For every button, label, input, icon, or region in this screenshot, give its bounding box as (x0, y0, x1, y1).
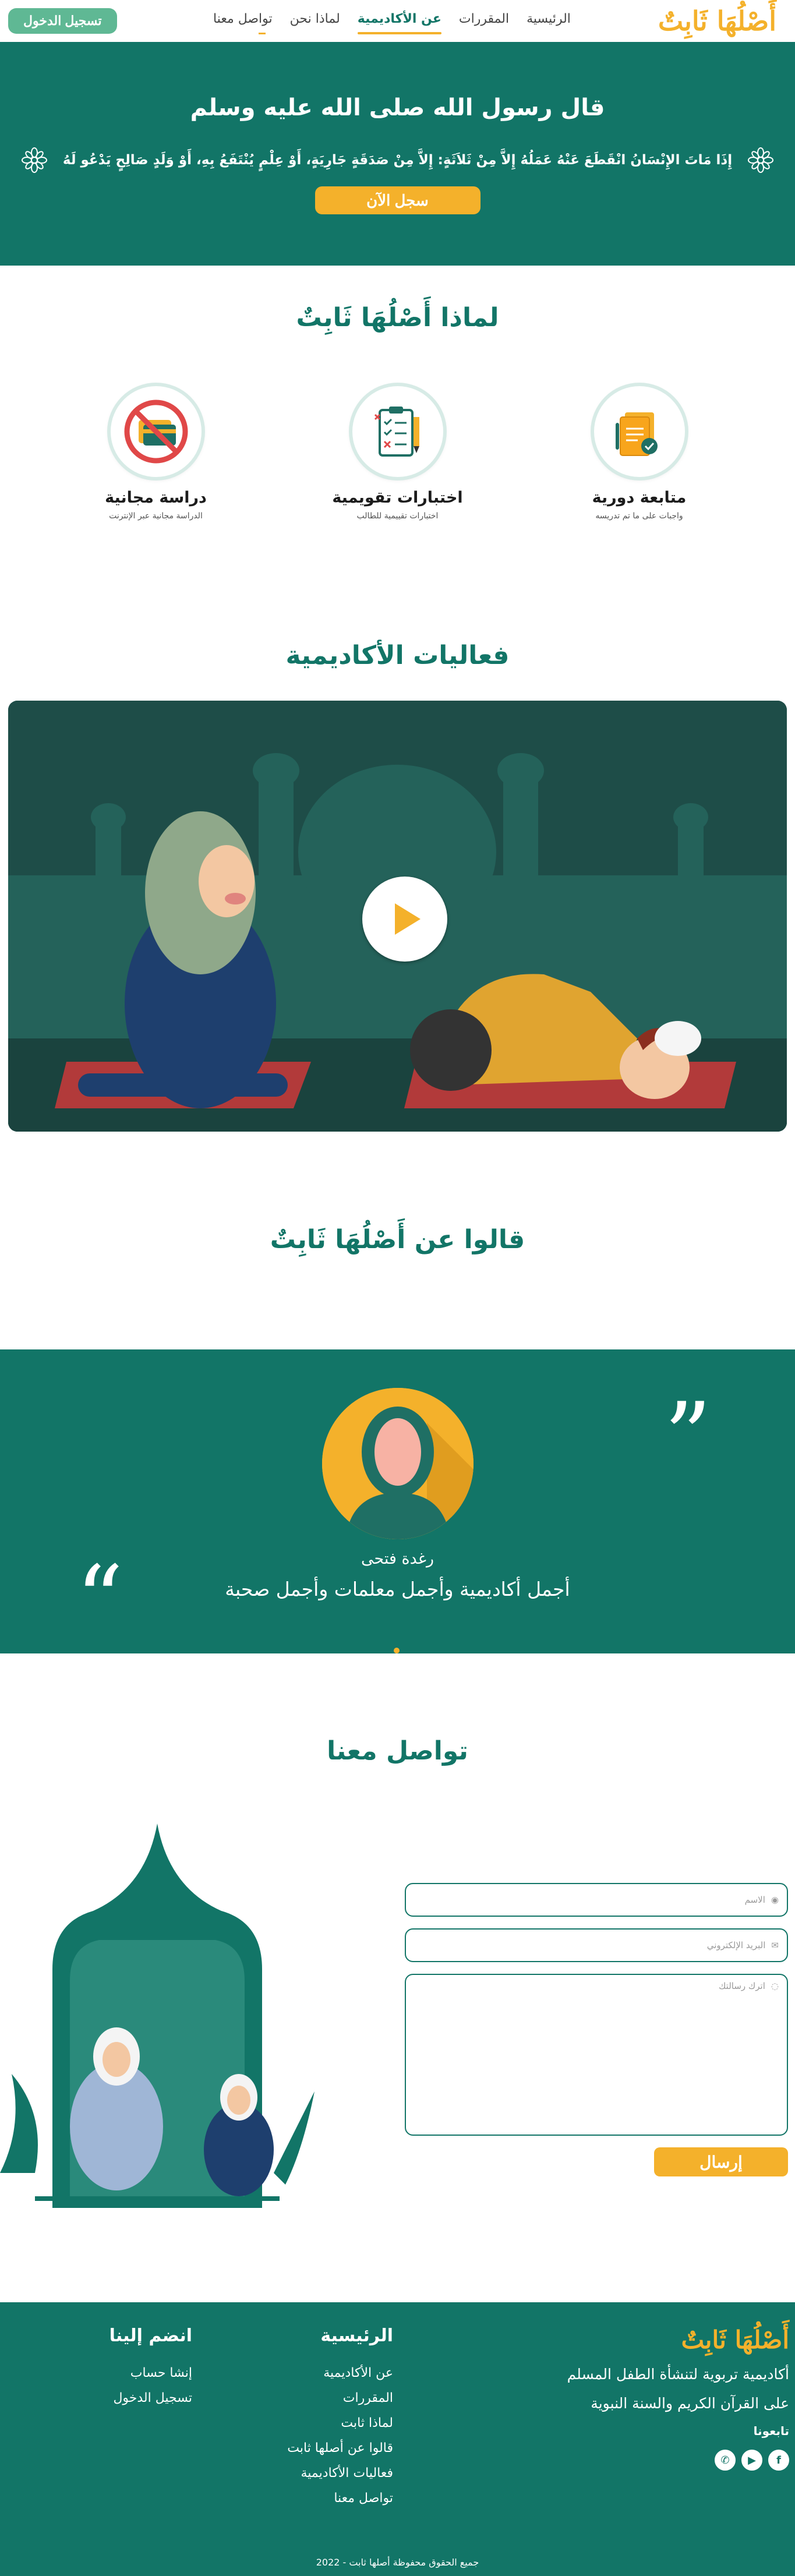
footer-about-line2: على القرآن الكريم والسنة النبوية (591, 2395, 789, 2412)
feature-title: اختبارات تقويمية (332, 489, 463, 507)
clipboard-checklist-icon (352, 386, 443, 477)
feature-desc: اختبارات تقييمية للطالب (356, 511, 439, 521)
main-nav: الرئيسية المقررات عن الأكاديمية لماذا نح… (213, 12, 571, 34)
testimonials-title: قالوا عن أَصْلُهَا ثَابِتٌ (270, 1225, 525, 1255)
why-title: لماذا أَصْلُهَا ثَابِتٌ (296, 303, 499, 333)
footer-link-contact[interactable]: تواصل معنا (287, 2491, 393, 2506)
nav-link-why[interactable]: لماذا نحن (290, 12, 340, 31)
feature-title: متابعة دورية (592, 489, 687, 507)
message-field[interactable]: ◌ اترك رسالتك (405, 1974, 788, 2136)
copyright: جميع الحقوق محفوظة أصلها ثابت - 2022 (316, 2557, 479, 2568)
nav-link-contact[interactable]: تواصل معنا (213, 12, 273, 34)
feature-title: دراسة مجانية (105, 489, 207, 507)
whatsapp-icon[interactable]: ✆ (715, 2450, 736, 2471)
chat-icon: ◌ (771, 1981, 779, 1991)
feature-desc: الدراسة مجانية عبر الإنترنت (109, 511, 203, 521)
mail-icon: ✉ (771, 1940, 779, 1950)
name-placeholder: الاسم (744, 1895, 765, 1905)
user-icon: ◉ (771, 1895, 779, 1905)
folder-check-icon (593, 386, 685, 477)
feature-card: متابعة دورية واجبات على ما تم تدريسه (546, 386, 733, 521)
footer-link-testimonials[interactable]: قالوا عن أصلها ثابت (287, 2441, 393, 2455)
footer-link-courses[interactable]: المقررات (287, 2391, 393, 2405)
play-button[interactable] (362, 877, 447, 962)
footer-about-line1: أكاديمية تربوية لتنشأة الطفل المسلم (567, 2366, 789, 2383)
hero-title: قال رسول الله صلى الله عليه وسلم (190, 94, 605, 121)
navbar: أَصْلُهَا ثَابِتٌ الرئيسية المقررات عن ا… (0, 0, 795, 48)
no-payment-icon (110, 386, 202, 477)
footer: أَصْلُهَا ثَابِتٌ أكاديمية تربوية لتنشأة… (0, 2302, 795, 2576)
testimonial-name: رغدة فتحى (361, 1550, 434, 1568)
hadith-text: إِذَا مَاتَ الإِنْسَانُ انْقَطَعَ عَنْهُ… (62, 153, 733, 168)
feature-card: دراسة مجانية الدراسة مجانية عبر الإنترنت (63, 386, 249, 521)
youtube-icon[interactable]: ▶ (741, 2450, 762, 2471)
flower-ornament-icon (748, 147, 774, 173)
nav-link-home[interactable]: الرئيسية (527, 12, 571, 31)
name-field[interactable]: ◉ الاسم (405, 1883, 788, 1917)
footer-main-heading: الرئيسية (320, 2326, 393, 2346)
facebook-icon[interactable]: f (768, 2450, 789, 2471)
why-section: لماذا أَصْلُهَا ثَابِتٌ متابعة دورية واج… (0, 266, 795, 592)
email-placeholder: البريد الإلكتروني (706, 1940, 766, 1950)
email-field[interactable]: ✉ البريد الإلكتروني (405, 1928, 788, 1962)
play-icon (395, 903, 421, 935)
footer-main-links: الرئيسية عن الأكاديمية المقررات لماذا ثا… (287, 2326, 393, 2516)
hero-section: قال رسول الله صلى الله عليه وسلم إِذَا م… (0, 48, 795, 266)
footer-link-why[interactable]: لماذا ثابت (287, 2416, 393, 2430)
feature-desc: واجبات على ما تم تدريسه (595, 511, 683, 521)
testimonials-section: ” “ رغدة فتحى أجمل أكاديمية وأجمل معلمات… (0, 1349, 795, 1653)
quote-close-icon: ” (664, 1382, 712, 1491)
activities-title: فعاليات الأكاديمية (285, 641, 510, 670)
feature-card: اختبارات تقويمية اختبارات تقييمية للطالب (305, 386, 491, 521)
submit-button[interactable]: إرسال (654, 2147, 788, 2176)
footer-join-heading: انضم إلينا (109, 2326, 192, 2346)
social-links: f ▶ ✆ (533, 2450, 789, 2471)
hadith-row: إِذَا مَاتَ الإِنْسَانُ انْقَطَعَ عَنْهُ… (21, 147, 774, 174)
footer-about: أَصْلُهَا ثَابِتٌ أكاديمية تربوية لتنشأة… (533, 2326, 789, 2471)
testimonials-header: قالوا عن أَصْلُهَا ثَابِتٌ (0, 1132, 795, 1349)
nav-link-courses[interactable]: المقررات (459, 12, 509, 31)
footer-link-register[interactable]: إنشا حساب (109, 2366, 192, 2380)
contact-form: ◉ الاسم ✉ البريد الإلكتروني ◌ اترك رسالت… (405, 1883, 788, 2176)
activities-section: فعاليات الأكاديمية (0, 592, 795, 1132)
register-now-button[interactable]: سجل الآن (315, 186, 480, 214)
nav-link-about[interactable]: عن الأكاديمية (357, 12, 441, 34)
follow-label: تابعونا (753, 2424, 789, 2438)
contact-section: تواصل معنا ◉ الاسم ✉ البريد الإلكتروني ◌… (0, 1653, 795, 2302)
site-logo[interactable]: أَصْلُهَا ثَابِتٌ (658, 5, 776, 37)
carousel-dot[interactable] (394, 1648, 400, 1653)
testimonial-quote: أجمل أكاديمية وأجمل معلمات وأجمل صحبة (225, 1578, 570, 1600)
features-list: متابعة دورية واجبات على ما تم تدريسه اخت… (0, 386, 795, 521)
footer-link-activities[interactable]: فعاليات الأكاديمية (287, 2466, 394, 2480)
message-placeholder: اترك رسالتك (719, 1981, 765, 1991)
contact-illustration (0, 1824, 315, 2208)
activities-video[interactable] (8, 701, 787, 1132)
login-button[interactable]: تسجيل الدخول (8, 8, 117, 34)
flower-ornament-icon (21, 147, 47, 173)
contact-title: تواصل معنا (327, 1736, 468, 1766)
footer-logo[interactable]: أَصْلُهَا ثَابِتٌ (533, 2326, 789, 2354)
footer-link-login[interactable]: تسجيل الدخول (109, 2391, 192, 2405)
avatar (321, 1388, 474, 1539)
footer-join-links: انضم إلينا إنشا حساب تسجيل الدخول (109, 2326, 192, 2416)
footer-link-about[interactable]: عن الأكاديمية (287, 2366, 393, 2380)
